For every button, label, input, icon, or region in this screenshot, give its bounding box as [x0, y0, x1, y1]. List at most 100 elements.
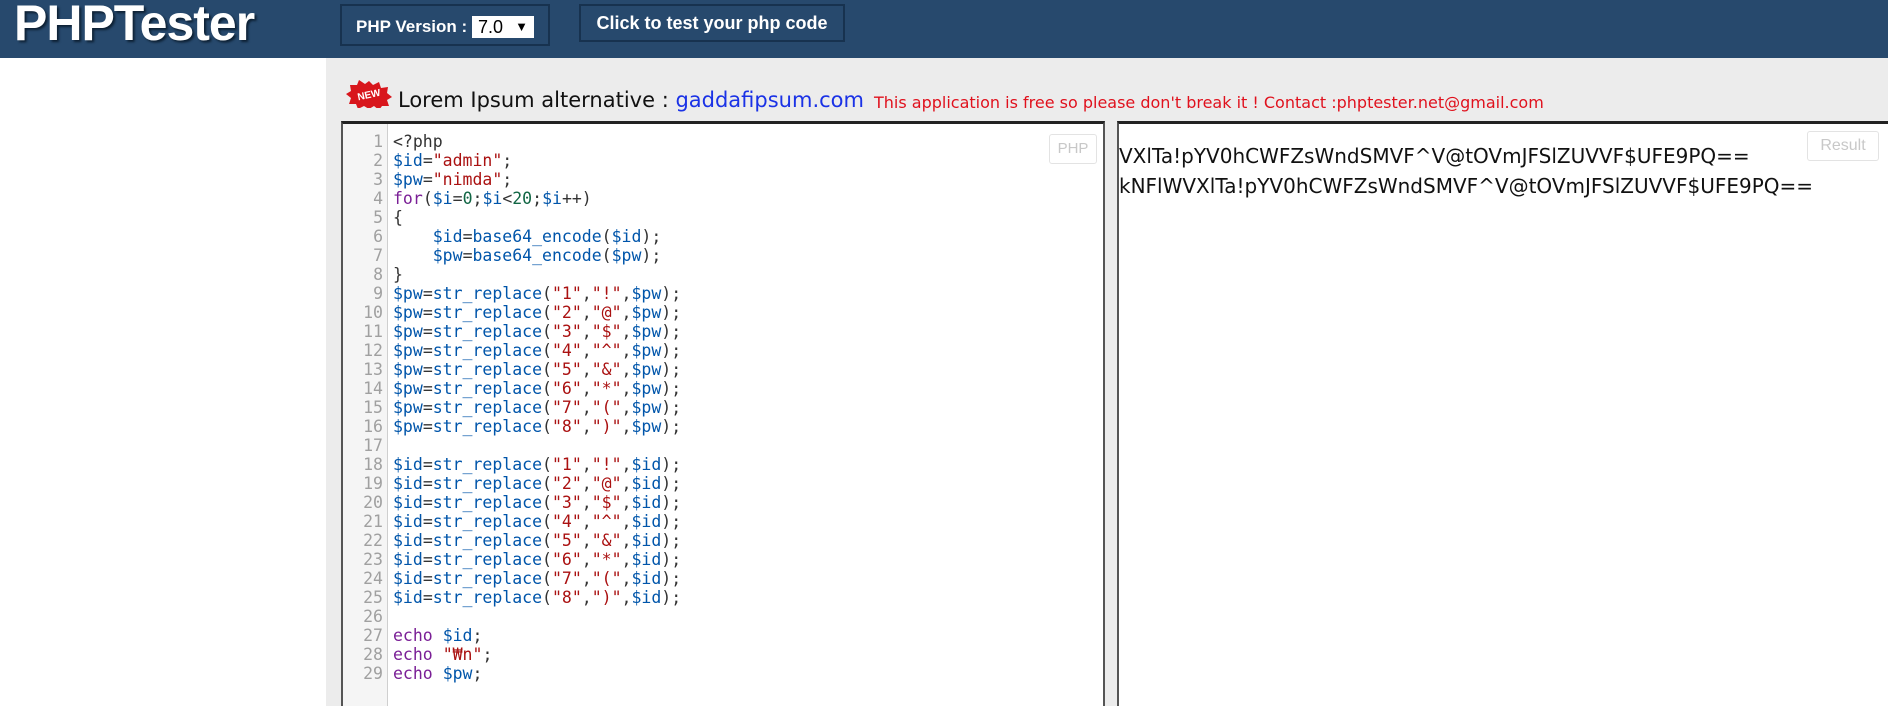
line-number: 29 [363, 664, 383, 683]
code-punctuation: ( [542, 379, 552, 398]
code-string: "7" [551, 569, 582, 588]
code-line[interactable]: echo "₩n"; [393, 645, 681, 664]
line-number-gutter: 1 2 3 4 5 6 7 8 9 10 11 12 13 14 15 16 17 18 19 20 21 22 23 24 2… [343, 124, 388, 706]
code-punctuation: ); [661, 360, 682, 379]
code-line[interactable]: $id=base64_encode($id); [393, 227, 681, 246]
code-punctuation: ); [661, 417, 682, 436]
line-number: 23 [363, 550, 383, 569]
code-line[interactable]: $pw=base64_encode($pw); [393, 246, 681, 265]
code-line[interactable]: $id=str_replace("3","$",$id); [393, 493, 681, 512]
code-punctuation: = [422, 398, 433, 417]
code-line[interactable]: $id=str_replace("4","^",$id); [393, 512, 681, 531]
code-punctuation: ++) [561, 189, 592, 208]
code-line[interactable]: $id=str_replace("7","(",$id); [393, 569, 681, 588]
test-code-button[interactable]: Click to test your php code [579, 4, 845, 42]
line-number: 21 [363, 512, 383, 531]
code-line[interactable]: for($i=0;$i<20;$i++) [393, 189, 681, 208]
code-punctuation: = [422, 550, 433, 569]
code-punctuation: ; [472, 664, 483, 683]
code-line[interactable]: $pw=str_replace("4","^",$pw); [393, 341, 681, 360]
code-punctuation: ( [542, 360, 552, 379]
code-function: str_replace [432, 588, 543, 607]
code-line[interactable]: $id="admin"; [393, 151, 681, 170]
result-line: VXlTa!pYV0hCWFZsWndSMVF^V@tOVmJFSlZUVVF$… [1119, 144, 1750, 168]
code-string: "(" [591, 569, 622, 588]
code-line[interactable]: echo $pw; [393, 664, 681, 683]
code-variable: $id [432, 227, 463, 246]
code-string: "^" [591, 341, 622, 360]
code-line[interactable] [393, 436, 681, 455]
code-function: str_replace [432, 417, 543, 436]
code-variable: $id [442, 626, 473, 645]
code-line[interactable]: { [393, 208, 681, 227]
code-function: str_replace [432, 322, 543, 341]
code-line[interactable]: $pw=str_replace("5","&",$pw); [393, 360, 681, 379]
code-punctuation: , [621, 493, 632, 512]
code-punctuation: ); [641, 227, 662, 246]
code-variable: $id [393, 569, 423, 588]
code-punctuation: = [422, 417, 433, 436]
code-line[interactable]: echo $id; [393, 626, 681, 645]
code-line[interactable]: $pw=str_replace("3","$",$pw); [393, 322, 681, 341]
code-punctuation: ); [661, 322, 682, 341]
code-variable: $pw [631, 417, 662, 436]
code-line[interactable]: $pw=str_replace("2","@",$pw); [393, 303, 681, 322]
code-variable: $pw [393, 284, 423, 303]
code-line[interactable]: } [393, 265, 681, 284]
gaddafipsum-link[interactable]: gaddafipsum.com [675, 88, 864, 112]
code-punctuation: ( [542, 588, 552, 607]
code-variable: $pw [631, 379, 662, 398]
code-content[interactable]: <?php $id="admin"; $pw="nimda"; for($i=0;$i… [393, 132, 681, 683]
php-version-selector: PHP Version : 7.0 ▼ [340, 4, 550, 46]
code-punctuation: ( [542, 474, 552, 493]
code-line[interactable]: $id=str_replace("1","!",$id); [393, 455, 681, 474]
code-punctuation: , [621, 474, 632, 493]
code-line[interactable] [393, 607, 681, 626]
code-variable: $id [631, 512, 662, 531]
code-punctuation: ( [542, 550, 552, 569]
code-variable: $pw [631, 360, 662, 379]
code-line[interactable]: $id=str_replace("6","*",$id); [393, 550, 681, 569]
code-variable: $pw [393, 360, 423, 379]
code-string: "4" [551, 512, 582, 531]
code-variable: $i [542, 189, 562, 208]
line-number: 5 [373, 208, 383, 227]
code-line[interactable]: $pw=str_replace("1","!",$pw); [393, 284, 681, 303]
line-number: 27 [363, 626, 383, 645]
code-punctuation: = [422, 531, 433, 550]
code-punctuation: , [621, 341, 632, 360]
code-variable: $pw [631, 341, 662, 360]
code-punctuation: = [422, 455, 433, 474]
php-version-dropdown[interactable]: 7.0 ▼ [472, 16, 534, 38]
code-variable: $pw [393, 303, 423, 322]
logo[interactable]: PHPTester [14, 0, 255, 52]
code-punctuation: , [621, 417, 632, 436]
code-punctuation: ( [422, 189, 433, 208]
code-string: ")" [591, 417, 622, 436]
code-editor[interactable]: 1 2 3 4 5 6 7 8 9 10 11 12 13 14 15 16 17 18 19 20 21 22 23 24 2… [341, 121, 1105, 706]
free-app-notice: This application is free so please don't… [874, 93, 1544, 112]
code-punctuation: ; [482, 645, 493, 664]
code-punctuation [433, 645, 443, 664]
code-punctuation: = [422, 512, 433, 531]
code-line[interactable]: $pw=str_replace("8",")",$pw); [393, 417, 681, 436]
line-number: 25 [363, 588, 383, 607]
code-line[interactable]: $pw=str_replace("6","*",$pw); [393, 379, 681, 398]
code-string: "&" [591, 360, 622, 379]
code-string: "3" [551, 493, 582, 512]
code-punctuation: , [621, 360, 632, 379]
code-line[interactable]: $pw=str_replace("7","(",$pw); [393, 398, 681, 417]
code-string: "!" [591, 455, 622, 474]
code-punctuation: , [581, 531, 592, 550]
code-punctuation: = [422, 341, 433, 360]
code-line[interactable]: $id=str_replace("8",")",$id); [393, 588, 681, 607]
code-line[interactable]: <?php [393, 132, 681, 151]
code-line[interactable]: $id=str_replace("5","&",$id); [393, 531, 681, 550]
code-line[interactable]: $id=str_replace("2","@",$id); [393, 474, 681, 493]
code-line[interactable]: $pw="nimda"; [393, 170, 681, 189]
code-string: "6" [551, 550, 582, 569]
code-punctuation: = [422, 474, 433, 493]
code-punctuation: ; [502, 151, 513, 170]
code-punctuation: , [581, 455, 592, 474]
lorem-announcement: Lorem Ipsum alternative : gaddafipsum.co… [398, 88, 864, 112]
